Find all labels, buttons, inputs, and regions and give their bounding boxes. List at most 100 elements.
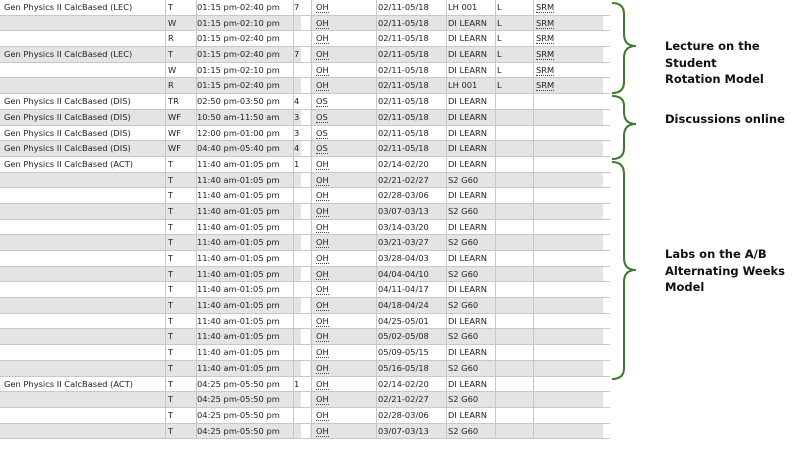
srm-flag[interactable] bbox=[536, 314, 596, 329]
instruction-method[interactable]: OH bbox=[316, 63, 376, 78]
srm-flag[interactable] bbox=[536, 377, 596, 392]
srm-flag[interactable] bbox=[536, 204, 596, 219]
instruction-method[interactable]: OH bbox=[316, 157, 376, 172]
srm-flag[interactable] bbox=[536, 141, 596, 156]
meeting-days: WF bbox=[168, 141, 198, 156]
meeting-days-text: T bbox=[168, 237, 174, 248]
instruction-method[interactable]: OS bbox=[316, 141, 376, 156]
table-row[interactable]: T 11:40 am-01:05 pm OH 02/28-03/06 DI LEARN bbox=[0, 188, 610, 204]
srm-flag[interactable]: SRM bbox=[536, 0, 596, 15]
instruction-method[interactable]: OS bbox=[316, 110, 376, 125]
table-row[interactable]: Gen Physics II CalcBased (DIS) WF 10:50 am… bbox=[0, 109, 610, 126]
srm-flag[interactable] bbox=[536, 251, 596, 266]
srm-flag[interactable] bbox=[536, 220, 596, 235]
table-row[interactable]: T 11:40 am-01:05 pm OH 04/18-04/24 S2 G60 bbox=[0, 298, 610, 314]
table-row[interactable]: T 11:40 am-01:05 pm OH 03/28-04/03 DI LEARN bbox=[0, 251, 610, 267]
srm-flag[interactable] bbox=[536, 345, 596, 360]
instruction-method[interactable]: OH bbox=[316, 204, 376, 219]
table-row[interactable]: Gen Physics II CalcBased (LEC) T 01:15 pm-… bbox=[0, 47, 610, 63]
instruction-method[interactable]: OH bbox=[316, 345, 376, 360]
instruction-method[interactable]: OH bbox=[316, 31, 376, 46]
meeting-days: T bbox=[168, 0, 198, 15]
table-row[interactable]: T 11:40 am-01:05 pm OH 05/16-05/18 S2 G60 bbox=[0, 360, 610, 377]
table-row[interactable]: T 11:40 am-01:05 pm OH 04/04-04/10 S2 G60 bbox=[0, 266, 610, 283]
instruction-method[interactable]: OH bbox=[316, 392, 376, 407]
table-row[interactable]: Gen Physics II CalcBased (LEC) T 01:15 pm-… bbox=[0, 0, 610, 16]
table-row[interactable]: Gen Physics II CalcBased (ACT) T 04:25 pm-… bbox=[0, 376, 610, 393]
instruction-method[interactable]: OH bbox=[316, 220, 376, 235]
instruction-method[interactable]: OH bbox=[316, 188, 376, 203]
srm-flag[interactable]: SRM bbox=[536, 16, 596, 31]
table-row[interactable]: T 04:25 pm-05:50 pm OH 02/21-02/27 S2 G60 bbox=[0, 392, 610, 408]
instruction-method[interactable]: OH bbox=[316, 78, 376, 93]
srm-flag[interactable] bbox=[536, 188, 596, 203]
table-row[interactable]: T 11:40 am-01:05 pm OH 05/02-05/08 S2 G60 bbox=[0, 329, 610, 346]
table-row[interactable]: R 01:15 pm-02:40 pm OH 02/11-05/18 DI LEARN L… bbox=[0, 31, 610, 48]
instruction-method[interactable]: OS bbox=[316, 126, 376, 141]
table-row[interactable]: T 11:40 am-01:05 pm OH 05/09-05/15 DI LEARN bbox=[0, 345, 610, 361]
table-row[interactable]: Gen Physics II CalcBased (DIS) WF 12:00 pm… bbox=[0, 125, 610, 142]
instruction-method[interactable]: OH bbox=[316, 16, 376, 31]
instruction-method[interactable]: OH bbox=[316, 0, 376, 15]
table-row[interactable]: T 11:40 am-01:05 pm OH 02/21-02/27 S2 G60 bbox=[0, 172, 610, 189]
instruction-method[interactable]: OS bbox=[316, 94, 376, 109]
table-row[interactable]: Gen Physics II CalcBased (DIS) TR 02:50 pm… bbox=[0, 94, 610, 110]
srm-flag[interactable]: SRM bbox=[536, 78, 596, 93]
instruction-method[interactable]: OH bbox=[316, 173, 376, 188]
instruction-method[interactable]: OH bbox=[316, 267, 376, 282]
table-row[interactable]: T 11:40 am-01:05 pm OH 04/25-05/01 DI LEARN bbox=[0, 313, 610, 330]
table-row[interactable]: Gen Physics II CalcBased (ACT) T 11:40 am-… bbox=[0, 156, 610, 173]
srm-flag[interactable]: SRM bbox=[536, 31, 596, 46]
srm-flag[interactable] bbox=[536, 282, 596, 297]
srm-flag[interactable] bbox=[536, 329, 596, 344]
course-title: Gen Physics II CalcBased (ACT) bbox=[4, 157, 163, 172]
table-row[interactable]: T 11:40 am-01:05 pm OH 04/11-04/17 DI LEARN bbox=[0, 282, 610, 299]
instruction-method[interactable]: OH bbox=[316, 329, 376, 344]
srm-flag[interactable] bbox=[536, 235, 596, 250]
instruction-method[interactable]: OH bbox=[316, 282, 376, 297]
column-divider bbox=[446, 125, 447, 141]
column-divider bbox=[533, 376, 534, 392]
table-row[interactable]: W 01:15 pm-02:10 pm OH 02/11-05/18 DI LEARN L… bbox=[0, 62, 610, 79]
l-flag bbox=[497, 141, 533, 156]
table-row[interactable]: T 11:40 am-01:05 pm OH 03/21-03/27 S2 G60 bbox=[0, 235, 610, 251]
table-row[interactable]: W 01:15 pm-02:10 pm OH 02/11-05/18 DI LEARN L… bbox=[0, 15, 610, 32]
instruction-method[interactable]: OH bbox=[316, 424, 376, 439]
srm-flag[interactable] bbox=[536, 298, 596, 313]
l-flag: L bbox=[497, 16, 533, 31]
table-row[interactable]: T 11:40 am-01:05 pm OH 03/14-03/20 DI LEARN bbox=[0, 219, 610, 236]
annotation-lecture-line2: Rotation Model bbox=[665, 72, 764, 86]
instruction-method[interactable]: OH bbox=[316, 47, 376, 62]
srm-flag[interactable] bbox=[536, 361, 596, 376]
srm-flag[interactable] bbox=[536, 424, 596, 439]
instruction-method[interactable]: OH bbox=[316, 235, 376, 250]
column-divider bbox=[533, 360, 534, 376]
srm-flag[interactable] bbox=[536, 392, 596, 407]
instruction-method[interactable]: OH bbox=[316, 298, 376, 313]
column-divider bbox=[376, 251, 377, 266]
srm-flag[interactable] bbox=[536, 94, 596, 109]
srm-flag[interactable] bbox=[536, 126, 596, 141]
srm-flag[interactable] bbox=[536, 110, 596, 125]
srm-flag[interactable] bbox=[536, 408, 596, 423]
instruction-method[interactable]: OH bbox=[316, 314, 376, 329]
instruction-method[interactable]: OH bbox=[316, 361, 376, 376]
srm-flag[interactable]: SRM bbox=[536, 47, 596, 62]
column-gap bbox=[603, 313, 610, 329]
instruction-method[interactable]: OH bbox=[316, 251, 376, 266]
table-row[interactable]: Gen Physics II CalcBased (DIS) WF 04:40 pm… bbox=[0, 141, 610, 157]
table-row[interactable]: T 04:25 pm-05:50 pm OH 02/28-03/06 DI LEARN bbox=[0, 407, 610, 424]
l-flag bbox=[497, 392, 533, 407]
table-row[interactable]: T 04:25 pm-05:50 pm OH 03/07-03/13 S2 G60 bbox=[0, 423, 610, 440]
srm-flag[interactable] bbox=[536, 267, 596, 282]
instruction-method[interactable]: OH bbox=[316, 377, 376, 392]
table-row[interactable]: T 11:40 am-01:05 pm OH 03/07-03/13 S2 G60 bbox=[0, 203, 610, 220]
srm-flag[interactable] bbox=[536, 173, 596, 188]
srm-flag[interactable]: SRM bbox=[536, 63, 596, 78]
room-location-text: DI LEARN bbox=[448, 49, 487, 60]
instruction-method[interactable]: OH bbox=[316, 408, 376, 423]
column-gap bbox=[603, 345, 610, 360]
srm-flag[interactable] bbox=[536, 157, 596, 172]
table-row[interactable]: R 01:15 pm-02:40 pm OH 02/11-05/18 LH 001 L SR… bbox=[0, 78, 610, 95]
column-divider bbox=[376, 423, 377, 439]
